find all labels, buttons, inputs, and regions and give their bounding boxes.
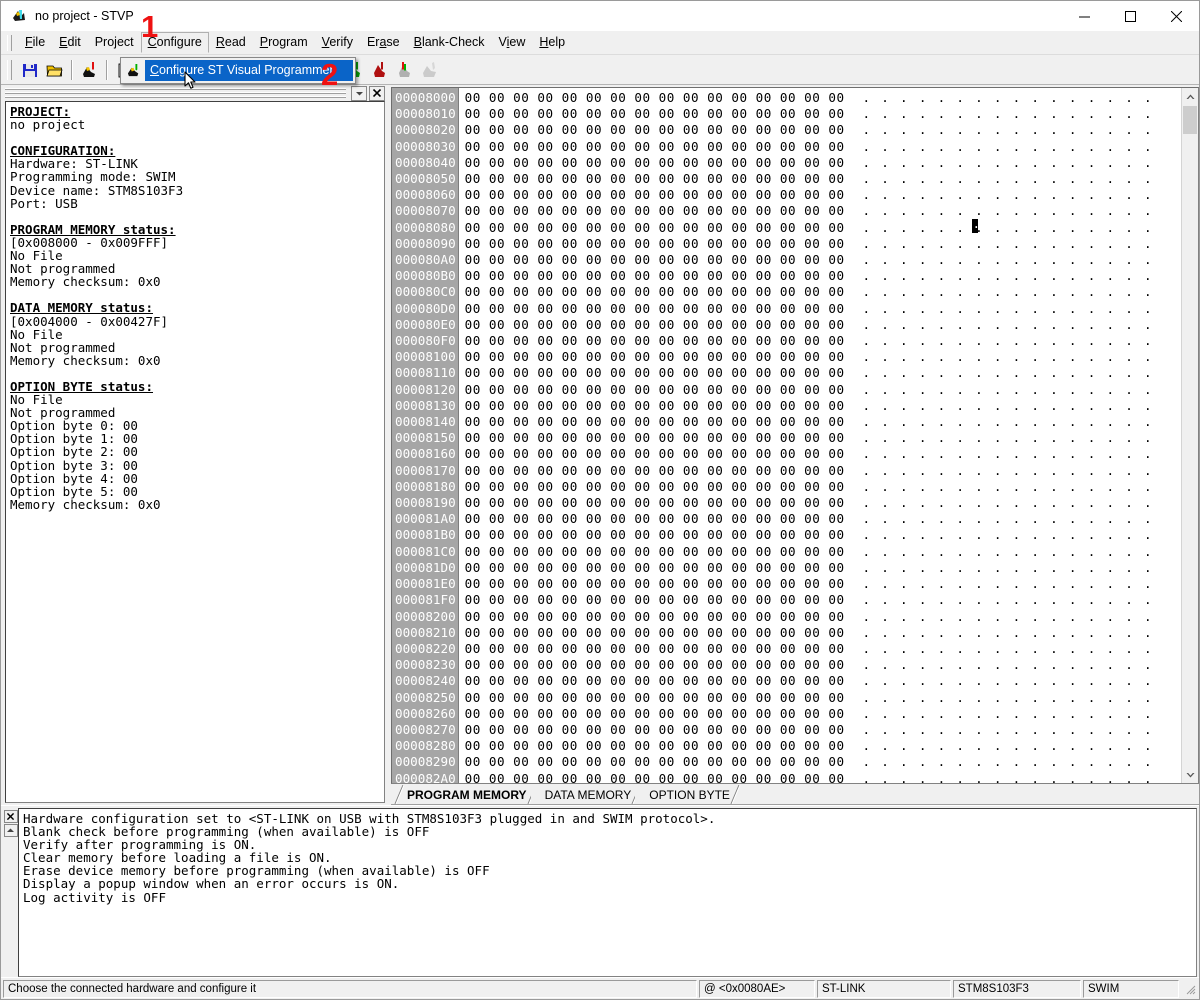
scrollbar-thumb[interactable] <box>1183 106 1197 134</box>
project-panel: PROJECT: no project CONFIGURATION: Hardw… <box>1 85 387 805</box>
open-button[interactable] <box>42 58 67 82</box>
ascii-column[interactable]: . . . . . . . . . . . . . . . . . . . . … <box>845 88 1181 783</box>
log-panel-buttons <box>3 808 18 977</box>
status-protocol: SWIM <box>1083 980 1179 998</box>
menu-project[interactable]: Project <box>88 32 141 53</box>
resize-grip[interactable] <box>1183 982 1197 996</box>
menu-read[interactable]: Read <box>209 32 253 53</box>
tab-label: OPTION BYTE <box>649 788 730 802</box>
menu-view[interactable]: View <box>491 32 532 53</box>
toolbar-grip[interactable] <box>7 60 12 80</box>
menu-blank-check[interactable]: Blank-Check <box>407 32 492 53</box>
menu-edit[interactable]: Edit <box>52 32 88 53</box>
title-bar: no project - STVP <box>1 1 1199 31</box>
verify-data-button[interactable] <box>392 58 417 82</box>
log-output-text: Hardware configuration set to <ST-LINK o… <box>18 808 1197 977</box>
configure-button[interactable] <box>77 58 102 82</box>
scrollbar-track[interactable] <box>1182 134 1198 766</box>
configure-icon <box>123 61 145 80</box>
scroll-down-icon[interactable] <box>1182 766 1198 783</box>
menu-help[interactable]: Help <box>532 32 572 53</box>
close-icon[interactable] <box>4 810 18 823</box>
close-icon[interactable] <box>369 86 385 101</box>
menubar-grip[interactable] <box>7 35 12 51</box>
memory-hex-view[interactable]: 00008000 00008010 00008020 00008030 0000… <box>391 87 1199 784</box>
hex-bytes-column[interactable]: 00 00 00 00 00 00 00 00 00 00 00 00 00 0… <box>459 88 845 783</box>
tab-label: PROGRAM MEMORY <box>407 788 527 802</box>
memory-tabs: PROGRAM MEMORY DATA MEMORY OPTION BYTE <box>391 784 1199 805</box>
menu-erase[interactable]: Erase <box>360 32 407 53</box>
project-section-heading: OPTION BYTE status: <box>10 379 153 394</box>
verify-code-button[interactable] <box>367 58 392 82</box>
memory-panel: 00008000 00008010 00008020 00008030 0000… <box>391 85 1199 805</box>
menu-verify[interactable]: Verify <box>315 32 360 53</box>
tab-option-byte[interactable]: OPTION BYTE <box>635 785 740 804</box>
status-bar: Choose the connected hardware and config… <box>1 977 1199 999</box>
menu-bar: File Edit Project Configure Read Program… <box>1 31 1199 55</box>
project-panel-caption <box>1 85 387 101</box>
stvp-window: no project - STVP File Edit Project Conf… <box>0 0 1200 1000</box>
panel-grip[interactable] <box>5 88 346 98</box>
main-area: PROJECT: no project CONFIGURATION: Hardw… <box>1 85 1199 805</box>
menu-configure[interactable]: Configure <box>141 32 209 53</box>
tab-data-memory[interactable]: DATA MEMORY <box>531 785 642 804</box>
minimize-button[interactable] <box>1061 1 1107 31</box>
project-section-heading: DATA MEMORY status: <box>10 300 153 315</box>
status-message: Choose the connected hardware and config… <box>3 980 697 998</box>
tab-edge-right <box>730 785 741 804</box>
project-section-heading: PROJECT: <box>10 104 70 119</box>
status-address: @ <0x0080AE> <box>699 980 815 998</box>
menu-file[interactable]: File <box>18 32 52 53</box>
project-status-text: PROJECT: no project CONFIGURATION: Hardw… <box>5 101 385 803</box>
maximize-button[interactable] <box>1107 1 1153 31</box>
project-section-heading: PROGRAM MEMORY status: <box>10 222 176 237</box>
chevron-down-icon[interactable] <box>351 86 367 101</box>
toolbar-separator <box>106 60 108 80</box>
window-title: no project - STVP <box>35 9 134 23</box>
toolbar-separator <box>71 60 73 80</box>
address-column: 00008000 00008010 00008020 00008030 0000… <box>392 88 459 783</box>
tab-label: DATA MEMORY <box>545 788 632 802</box>
log-panel: Hardware configuration set to <ST-LINK o… <box>1 805 1199 977</box>
status-device: STM8S103F3 <box>953 980 1081 998</box>
project-section-heading: CONFIGURATION: <box>10 143 115 158</box>
blank-check-button[interactable] <box>417 58 442 82</box>
window-controls <box>1061 1 1199 31</box>
stvp-app-icon <box>11 8 27 24</box>
save-button[interactable] <box>17 58 42 82</box>
menu-item-label[interactable]: Configure ST Visual Programmer <box>145 60 353 81</box>
status-hardware: ST-LINK <box>817 980 951 998</box>
tab-program-memory[interactable]: PROGRAM MEMORY <box>393 785 537 804</box>
menu-program[interactable]: Program <box>253 32 315 53</box>
configure-dropdown-menu: Configure ST Visual Programmer <box>120 57 356 84</box>
scroll-up-icon[interactable] <box>4 824 18 837</box>
ascii-cursor <box>972 219 978 233</box>
close-button[interactable] <box>1153 1 1199 31</box>
menu-item-configure-st-visual-programmer[interactable]: Configure ST Visual Programmer <box>123 60 353 81</box>
tab-edge-left <box>393 785 404 804</box>
scroll-up-icon[interactable] <box>1182 88 1198 105</box>
memory-scrollbar[interactable] <box>1181 88 1198 783</box>
